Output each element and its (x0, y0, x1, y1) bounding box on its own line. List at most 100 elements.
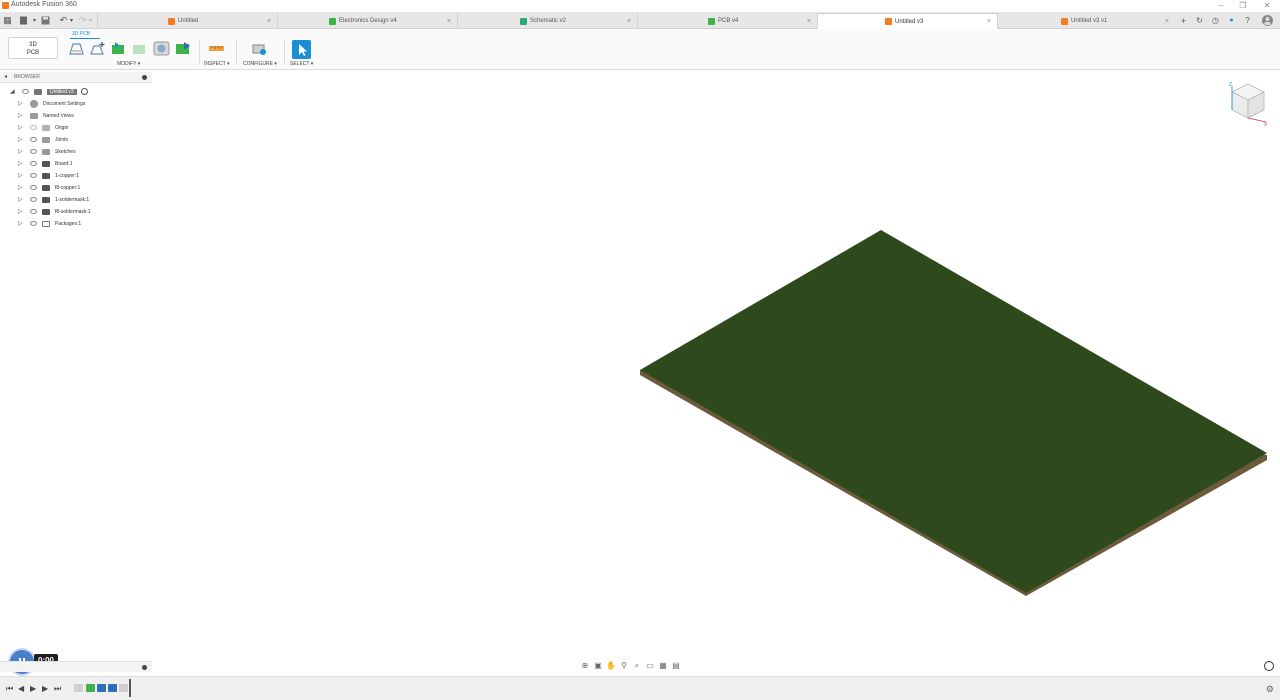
pull-from-3d-icon[interactable] (131, 41, 148, 56)
configure-icon[interactable] (251, 41, 268, 56)
chevron-down-icon[interactable]: ▾ (29, 15, 40, 26)
expand-triangle-icon[interactable]: ▷ (18, 101, 24, 107)
new-tab-icon[interactable]: + (1178, 15, 1189, 26)
activate-radio-icon[interactable] (80, 88, 88, 95)
collapse-icon[interactable]: ◂ (4, 73, 7, 80)
push-to-3d-icon[interactable] (110, 41, 127, 56)
browser-root-node[interactable]: ◢ Untitled v3 (10, 86, 88, 97)
inspect-menu[interactable]: INSPECT ▾ (204, 61, 229, 67)
pin-icon[interactable] (142, 665, 147, 670)
browser-item[interactable]: ▷ Sketches (18, 146, 76, 157)
browser-item[interactable]: ▷ 1-soldermask:1 (18, 194, 89, 205)
select-menu[interactable]: SELECT ▾ (290, 61, 313, 67)
viewcube[interactable]: Z X (1226, 80, 1270, 126)
close-icon[interactable]: × (267, 18, 271, 25)
comment-icon[interactable] (1264, 661, 1274, 671)
tab-3d-pcb[interactable]: 3D PCB (72, 31, 90, 37)
configure-menu[interactable]: CONFIGURE ▾ (243, 61, 277, 67)
browser-item[interactable]: ▷ f8-copper:1 (18, 182, 80, 193)
modify-menu[interactable]: MODIFY ▾ (117, 61, 140, 67)
visibility-eye-icon[interactable] (30, 149, 37, 154)
step-back-icon[interactable]: ◀ (18, 684, 24, 693)
timeline-package-icon[interactable] (119, 684, 128, 692)
expand-triangle-icon[interactable]: ▷ (18, 197, 24, 203)
fit-icon[interactable]: ⌕ (632, 662, 642, 670)
file-menu-icon[interactable] (18, 15, 29, 26)
visibility-eye-icon[interactable] (30, 125, 37, 130)
tab-electronics-design[interactable]: Electronics Design v4 × (277, 13, 457, 29)
go-to-start-icon[interactable]: ⏮ (6, 684, 13, 694)
close-icon[interactable]: × (627, 18, 631, 25)
zoom-icon[interactable]: ⚲ (619, 662, 629, 670)
tab-untitled[interactable]: Untitled × (97, 13, 277, 29)
expand-triangle-icon[interactable]: ▷ (18, 113, 24, 119)
tab-schematic[interactable]: Schematic v2 × (457, 13, 637, 29)
visibility-eye-icon[interactable] (30, 137, 37, 142)
pcb-board-top[interactable] (640, 230, 1267, 593)
step-forward-icon[interactable]: ▶ (42, 684, 48, 693)
timeline-soldermask-icon[interactable] (108, 684, 117, 692)
visibility-eye-icon[interactable] (30, 221, 37, 226)
refresh-icon[interactable]: ↻ (1194, 15, 1205, 26)
expand-triangle-icon[interactable]: ▷ (18, 185, 24, 191)
minimize-button[interactable]: – (1212, 0, 1230, 12)
expand-triangle-icon[interactable]: ▷ (18, 125, 24, 131)
expand-triangle-icon[interactable]: ▷ (18, 209, 24, 215)
close-icon[interactable]: × (1165, 18, 1169, 25)
pcb-add-icon[interactable] (89, 41, 106, 56)
expand-triangle-icon[interactable]: ▷ (18, 137, 24, 143)
app-grid-icon[interactable]: ▦ (2, 15, 13, 26)
browser-item[interactable]: ▷ Document Settings (18, 98, 85, 109)
pcb-outline-icon[interactable] (68, 41, 85, 56)
viewports-icon[interactable]: ▤ (671, 662, 681, 670)
look-at-icon[interactable]: ▣ (593, 662, 603, 670)
tab-untitled-v3-v1[interactable]: Untitled v3 v1 × (997, 13, 1175, 29)
expand-triangle-icon[interactable]: ◢ (10, 89, 16, 95)
orbit-icon[interactable]: ⊕ (580, 662, 590, 670)
sync-board-icon[interactable] (175, 41, 192, 56)
close-icon[interactable]: × (807, 18, 811, 25)
visibility-eye-icon[interactable] (30, 185, 37, 190)
grid-settings-icon[interactable]: ▦ (658, 662, 668, 670)
package-icon[interactable] (153, 41, 170, 56)
help-icon[interactable]: ? (1242, 15, 1253, 26)
browser-item[interactable]: ▷ Joints (18, 134, 68, 145)
visibility-eye-icon[interactable] (30, 197, 37, 202)
visibility-eye-icon[interactable] (30, 209, 37, 214)
browser-item[interactable]: ▷ f8-soldermask:1 (18, 206, 91, 217)
notification-icon[interactable]: ● (1226, 15, 1237, 26)
user-avatar-icon[interactable] (1262, 15, 1273, 26)
play-icon[interactable]: ▶ (30, 684, 36, 693)
close-window-button[interactable]: ✕ (1258, 0, 1276, 12)
browser-item[interactable]: ▷ Board:1 (18, 158, 73, 169)
timeline-sketch-icon[interactable] (74, 684, 83, 692)
tab-untitled-v3[interactable]: Untitled v3 × (817, 13, 997, 29)
close-icon[interactable]: × (447, 18, 451, 25)
timeline-marker[interactable] (129, 679, 131, 697)
visibility-eye-icon[interactable] (30, 161, 37, 166)
visibility-eye-icon[interactable] (22, 89, 29, 94)
save-icon[interactable] (40, 15, 51, 26)
display-settings-icon[interactable]: ▭ (645, 662, 655, 670)
maximize-button[interactable]: ❐ (1234, 0, 1252, 12)
clock-icon[interactable]: ◷ (1210, 15, 1221, 26)
browser-item[interactable]: ▷ 1-copper:1 (18, 170, 79, 181)
pin-icon[interactable] (142, 75, 147, 80)
select-icon[interactable] (292, 40, 311, 59)
browser-item[interactable]: ▷ Packages:1 (18, 218, 81, 229)
tab-pcb[interactable]: PCB v4 × (637, 13, 817, 29)
undo-chevron-icon[interactable]: ▾ (66, 15, 77, 26)
close-icon[interactable]: × (987, 18, 991, 25)
expand-triangle-icon[interactable]: ▷ (18, 221, 24, 227)
comments-panel-header[interactable] (0, 661, 152, 672)
workspace-switcher[interactable]: 3D PCB (8, 37, 58, 59)
browser-panel-header[interactable]: ◂ BROWSER (0, 72, 152, 83)
3d-viewport[interactable] (152, 71, 1280, 661)
visibility-eye-icon[interactable] (30, 173, 37, 178)
expand-triangle-icon[interactable]: ▷ (18, 149, 24, 155)
measure-icon[interactable] (208, 41, 225, 56)
redo-chevron-icon[interactable]: ▾ (85, 15, 96, 26)
timeline-copper-icon[interactable] (97, 684, 106, 692)
timeline-board-icon[interactable] (86, 684, 95, 692)
browser-item[interactable]: ▷ Named Views (18, 110, 74, 121)
